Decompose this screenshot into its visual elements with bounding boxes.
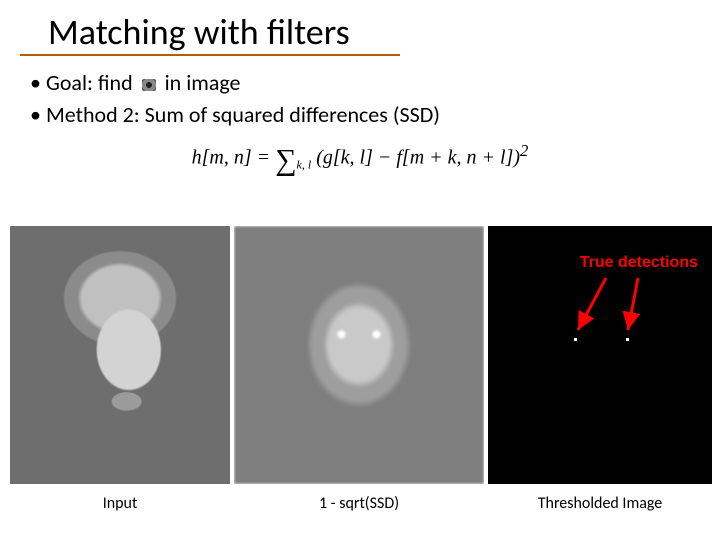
portrait-placeholder (10, 226, 230, 484)
formula-sum-sub: k, l (297, 158, 312, 172)
threshold-image: True detections (488, 226, 712, 484)
goal-suffix: in image (165, 69, 241, 96)
ssd-image (234, 226, 484, 484)
panel-ssd: 1 - sqrt(SSD) (234, 226, 484, 513)
formula-body: (g[k, l] − f[m + k, n + l]) (316, 147, 520, 169)
detection-dot-2 (626, 338, 629, 341)
formula-sup: 2 (520, 141, 528, 160)
bullet-list: Goal: find in image Method 2: Sum of squ… (0, 64, 720, 129)
bullet-method: Method 2: Sum of squared differences (SS… (30, 100, 720, 130)
panel-row: Input 1 - sqrt(SSD) True detections (10, 226, 712, 513)
threshold-black: True detections (488, 226, 712, 484)
ssd-formula: h[m, n] = ∑k, l (g[k, l] − f[m + k, n + … (0, 141, 720, 178)
template-eye-icon (142, 79, 156, 91)
input-image (10, 226, 230, 484)
goal-prefix: Goal: find (46, 69, 133, 96)
sigma-icon: ∑ (275, 144, 296, 177)
detection-dot-1 (574, 338, 577, 341)
bullet-goal: Goal: find in image (30, 68, 720, 98)
threshold-caption: Thresholded Image (488, 494, 712, 513)
ssd-map-placeholder (234, 226, 484, 484)
formula-lhs: h[m, n] = (192, 147, 276, 169)
ssd-caption: 1 - sqrt(SSD) (234, 494, 484, 513)
input-caption: Input (10, 494, 230, 513)
slide-title: Matching with filters (20, 0, 400, 56)
arrows-icon (488, 226, 712, 484)
panel-threshold: True detections Thresholded Image (488, 226, 712, 513)
panel-input: Input (10, 226, 230, 513)
